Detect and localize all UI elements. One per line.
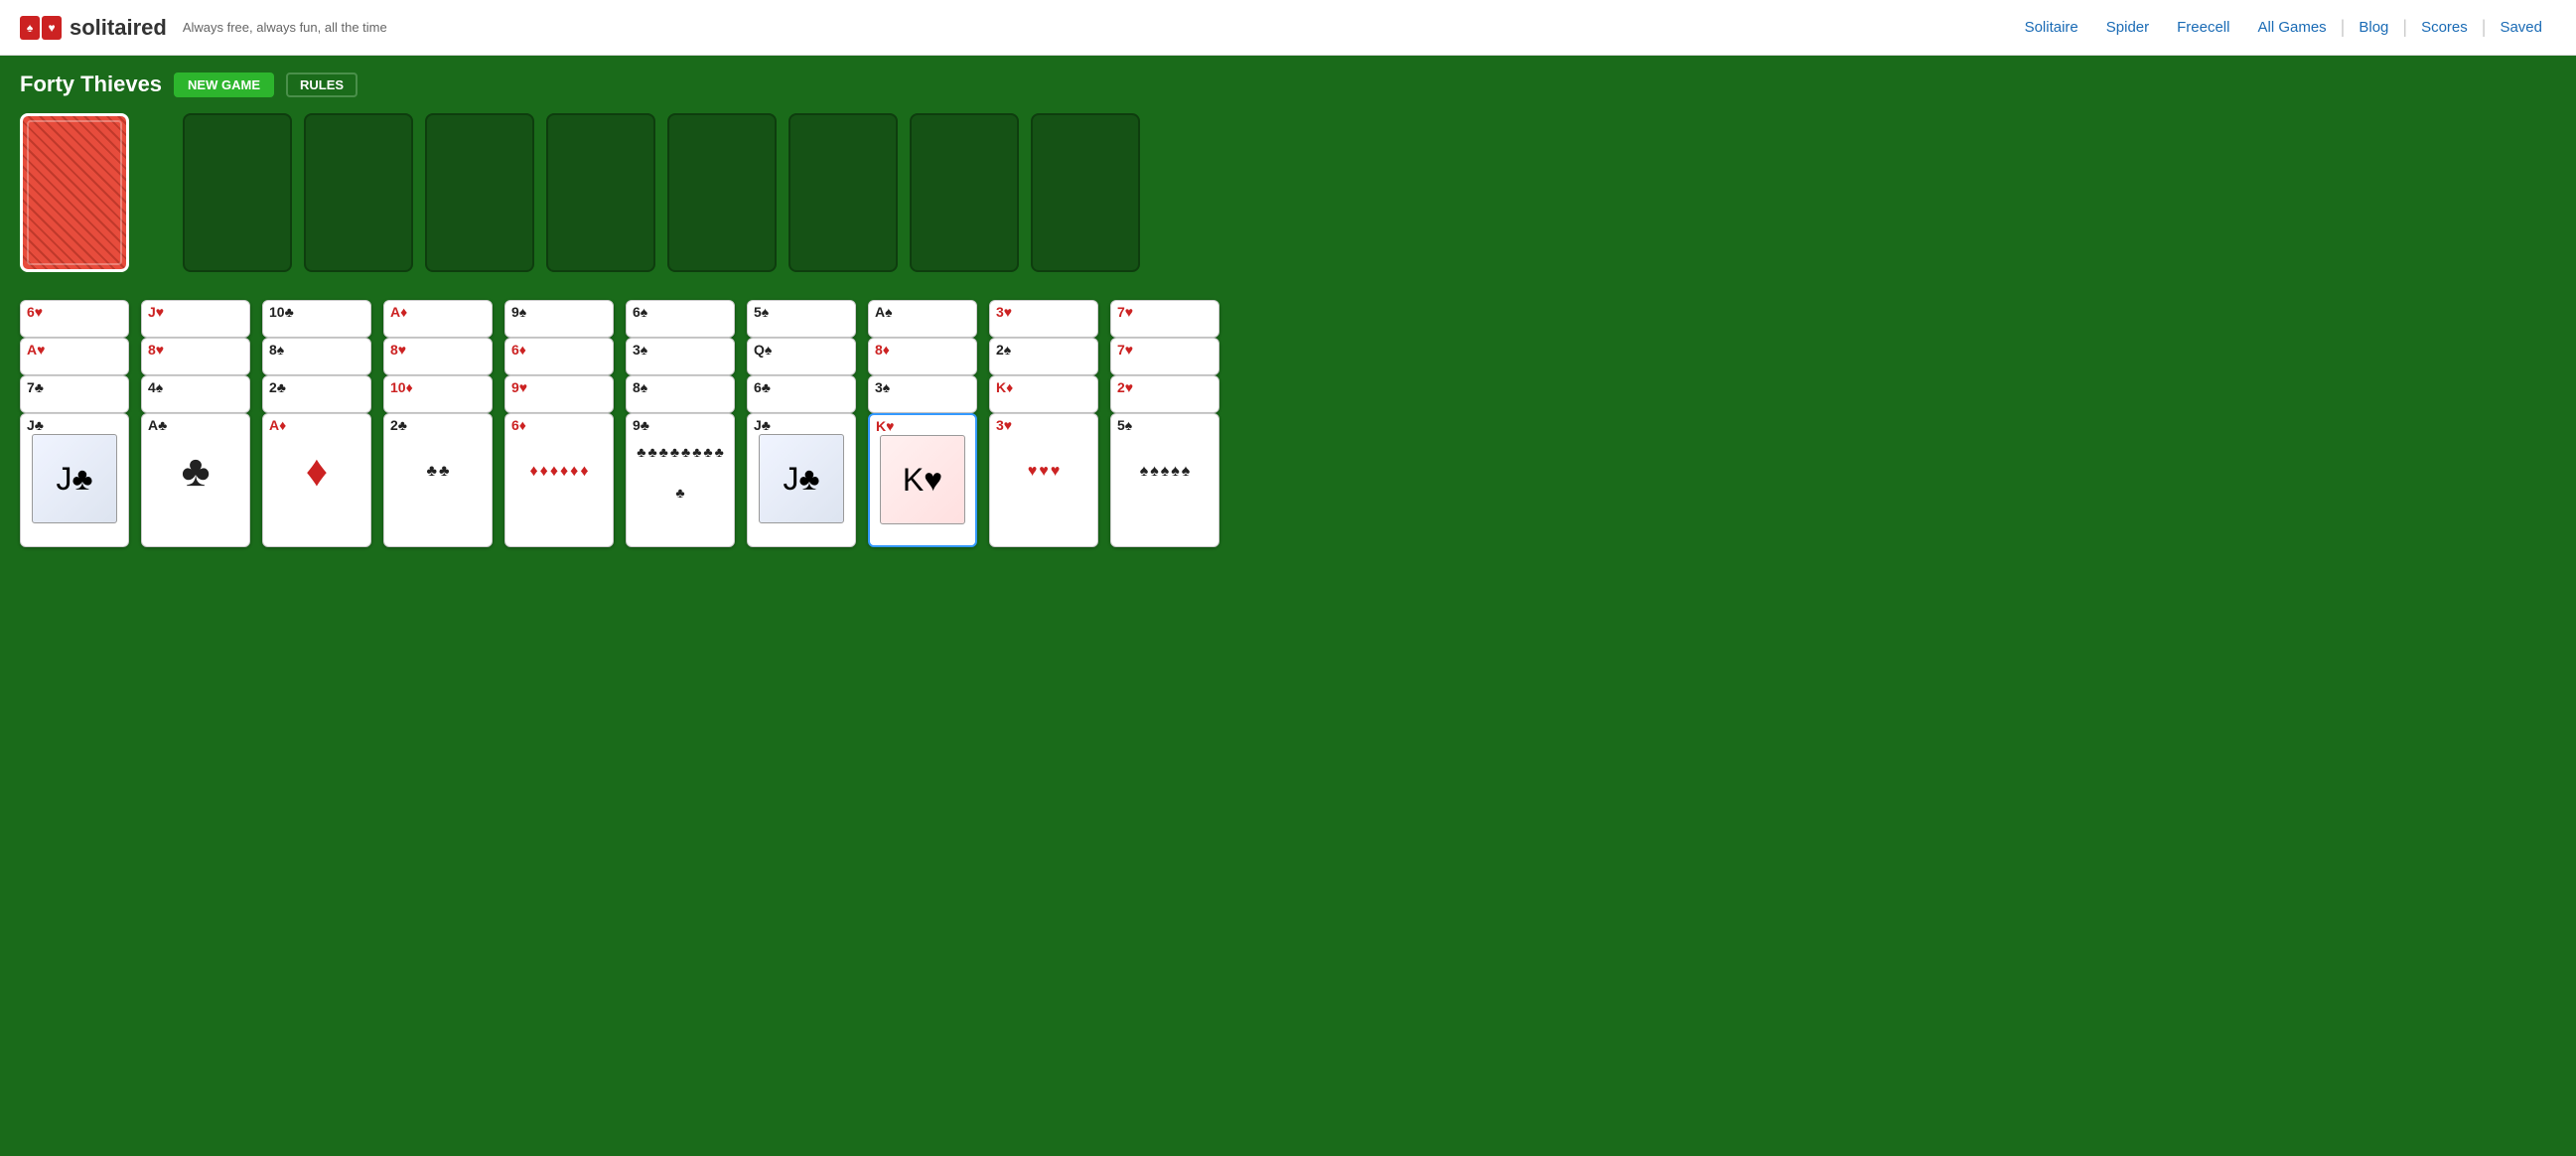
card-9-2[interactable]: 2♥ <box>1110 375 1219 413</box>
top-row <box>20 113 2556 272</box>
tagline: Always free, always fun, all the time <box>183 20 387 35</box>
card-1-3[interactable]: A♣♣ <box>141 413 250 547</box>
nav-solitaire[interactable]: Solitaire <box>2011 19 2092 36</box>
nav: Solitaire Spider Freecell All Games | Bl… <box>2011 17 2556 38</box>
tableau-column-6: 5♠Q♠6♣J♣J♣ <box>747 300 856 598</box>
tableau-column-2: 10♣8♠2♣A♦♦ <box>262 300 371 598</box>
card-6-2[interactable]: 6♣ <box>747 375 856 413</box>
game-area: Forty Thieves NEW GAME RULES 6♥A♥7♣J♣J♣J… <box>0 56 2576 1156</box>
card-1-2[interactable]: 4♠ <box>141 375 250 413</box>
logo-card-2: ♥ <box>42 16 62 40</box>
tableau-column-7: A♠8♦3♠K♥K♥ <box>868 300 977 598</box>
card-9-3[interactable]: 5♠♠♠♠♠♠ <box>1110 413 1219 547</box>
title-bar: Forty Thieves NEW GAME RULES <box>20 72 2556 97</box>
card-0-0[interactable]: 6♥ <box>20 300 129 338</box>
card-2-0[interactable]: 10♣ <box>262 300 371 338</box>
logo-text: solitaired <box>70 15 167 41</box>
card-4-3[interactable]: 6♦♦♦♦♦♦♦ <box>504 413 614 547</box>
tableau-column-1: J♥8♥4♠A♣♣ <box>141 300 250 598</box>
logo-card-1: ♠ <box>20 16 40 40</box>
card-0-3[interactable]: J♣J♣ <box>20 413 129 547</box>
card-5-2[interactable]: 8♠ <box>626 375 735 413</box>
foundation-8[interactable] <box>1031 113 1140 272</box>
card-5-3[interactable]: 9♣♣♣♣♣♣♣♣♣♣ <box>626 413 735 547</box>
card-4-2[interactable]: 9♥ <box>504 375 614 413</box>
card-7-3[interactable]: K♥K♥ <box>868 413 977 547</box>
card-1-0[interactable]: J♥ <box>141 300 250 338</box>
card-2-2[interactable]: 2♣ <box>262 375 371 413</box>
game-title: Forty Thieves <box>20 72 162 97</box>
card-3-2[interactable]: 10♦ <box>383 375 493 413</box>
card-1-1[interactable]: 8♥ <box>141 338 250 375</box>
card-6-0[interactable]: 5♠ <box>747 300 856 338</box>
card-9-0[interactable]: 7♥ <box>1110 300 1219 338</box>
foundation-3[interactable] <box>425 113 534 272</box>
nav-scores[interactable]: Scores <box>2407 19 2482 36</box>
card-3-3[interactable]: 2♣♣♣ <box>383 413 493 547</box>
foundation-6[interactable] <box>788 113 898 272</box>
foundation-2[interactable] <box>304 113 413 272</box>
header: ♠ ♥ solitaired Always free, always fun, … <box>0 0 2576 56</box>
nav-all-games[interactable]: All Games <box>2243 19 2340 36</box>
card-4-1[interactable]: 6♦ <box>504 338 614 375</box>
card-5-0[interactable]: 6♠ <box>626 300 735 338</box>
card-8-0[interactable]: 3♥ <box>989 300 1098 338</box>
tableau-column-8: 3♥2♠K♦3♥♥♥♥ <box>989 300 1098 598</box>
foundation-4[interactable] <box>546 113 655 272</box>
card-9-1[interactable]: 7♥ <box>1110 338 1219 375</box>
deck-pile[interactable] <box>20 113 129 272</box>
card-8-1[interactable]: 2♠ <box>989 338 1098 375</box>
rules-button[interactable]: RULES <box>286 72 358 97</box>
new-game-button[interactable]: NEW GAME <box>174 72 274 97</box>
card-7-2[interactable]: 3♠ <box>868 375 977 413</box>
card-4-0[interactable]: 9♠ <box>504 300 614 338</box>
foundation-5[interactable] <box>667 113 777 272</box>
tableau-column-0: 6♥A♥7♣J♣J♣ <box>20 300 129 598</box>
nav-spider[interactable]: Spider <box>2092 19 2163 36</box>
card-8-3[interactable]: 3♥♥♥♥ <box>989 413 1098 547</box>
foundation-7[interactable] <box>910 113 1019 272</box>
card-8-2[interactable]: K♦ <box>989 375 1098 413</box>
tableau: 6♥A♥7♣J♣J♣J♥8♥4♠A♣♣10♣8♠2♣A♦♦A♦8♥10♦2♣♣♣… <box>20 300 2556 598</box>
card-3-0[interactable]: A♦ <box>383 300 493 338</box>
card-2-3[interactable]: A♦♦ <box>262 413 371 547</box>
logo-icon: ♠ ♥ <box>20 16 62 40</box>
card-7-0[interactable]: A♠ <box>868 300 977 338</box>
nav-saved[interactable]: Saved <box>2486 19 2556 36</box>
tableau-column-9: 7♥7♥2♥5♠♠♠♠♠♠ <box>1110 300 1219 598</box>
card-0-1[interactable]: A♥ <box>20 338 129 375</box>
card-7-1[interactable]: 8♦ <box>868 338 977 375</box>
card-6-3[interactable]: J♣J♣ <box>747 413 856 547</box>
nav-freecell[interactable]: Freecell <box>2163 19 2243 36</box>
card-6-1[interactable]: Q♠ <box>747 338 856 375</box>
card-3-1[interactable]: 8♥ <box>383 338 493 375</box>
tableau-column-3: A♦8♥10♦2♣♣♣ <box>383 300 493 598</box>
tableau-column-4: 9♠6♦9♥6♦♦♦♦♦♦♦ <box>504 300 614 598</box>
logo: ♠ ♥ solitaired <box>20 15 167 41</box>
nav-blog[interactable]: Blog <box>2345 19 2402 36</box>
tableau-column-5: 6♠3♠8♠9♣♣♣♣♣♣♣♣♣♣ <box>626 300 735 598</box>
card-5-1[interactable]: 3♠ <box>626 338 735 375</box>
card-2-1[interactable]: 8♠ <box>262 338 371 375</box>
foundation-1[interactable] <box>183 113 292 272</box>
card-0-2[interactable]: 7♣ <box>20 375 129 413</box>
